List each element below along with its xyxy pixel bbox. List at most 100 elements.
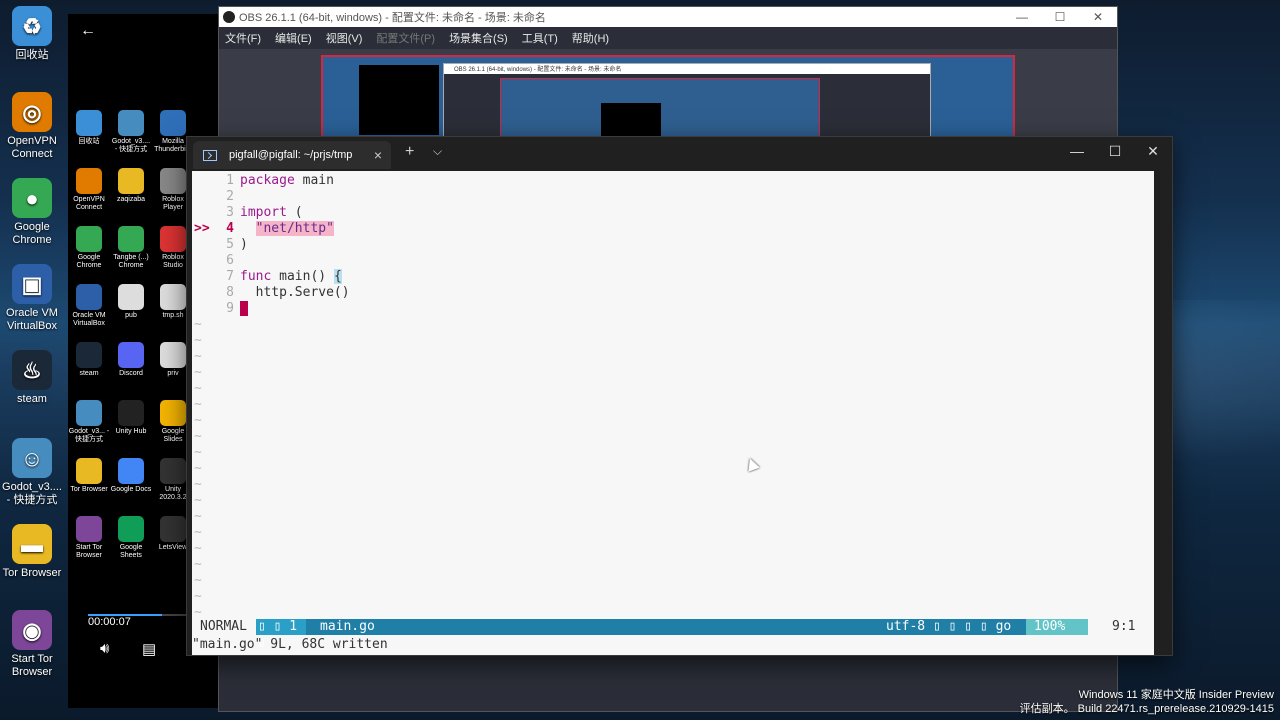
nested-icon-15[interactable]: Godot_v3... - 快捷方式 xyxy=(68,400,110,444)
nested-icon-label: Discord xyxy=(119,370,143,377)
nested-icon-label: Google Sheets xyxy=(119,544,143,559)
terminal-tab-title: pigfall@pigfall: ~/prjs/tmp xyxy=(229,149,353,161)
recycle-bin-icon: ♻ xyxy=(12,6,52,46)
vim-editor[interactable]: 1 package main 2 3 import (>> 4 "net/http" 5) 6… xyxy=(192,171,1154,655)
nested-icon-16[interactable]: Unity Hub xyxy=(110,400,152,436)
nested-player xyxy=(359,65,439,135)
close-tab-icon[interactable]: × xyxy=(365,147,391,163)
line-code: ) xyxy=(240,237,248,252)
code-line[interactable]: 2 xyxy=(192,189,1152,205)
nested-icon-21[interactable]: Start Tor Browser xyxy=(68,516,110,560)
docs-icon xyxy=(118,458,144,484)
code-line[interactable]: 9 xyxy=(192,301,1152,317)
desktop-icon-6[interactable]: ▬ Tor Browser xyxy=(0,524,64,580)
desktop-icon-2[interactable]: ● Google Chrome xyxy=(0,178,64,247)
desktop-icon-label: OpenVPN Connect xyxy=(7,135,57,160)
vim-command-line[interactable]: "main.go" 9L, 68C written xyxy=(192,637,388,652)
nested-icon-10[interactable]: pub xyxy=(110,284,152,320)
chevron-down-icon[interactable]: ⌵ xyxy=(433,144,442,159)
desktop-icon-0[interactable]: ♻ 回收站 xyxy=(0,6,64,62)
nested-icon-12[interactable]: steam xyxy=(68,342,110,378)
line-number: 9 xyxy=(226,301,234,316)
obs-menu-item-2[interactable]: 视图(V) xyxy=(326,30,363,46)
breakpoint-sign: >> xyxy=(194,221,210,236)
volume-icon[interactable]: 🔊︎ xyxy=(100,640,109,657)
vim-statusline: NORMAL ▯ ▯ 1 ▯ main.go utf-8 ▯ ▯ ▯ ▯ go … xyxy=(192,619,1154,650)
obs-menu-item-5[interactable]: 工具(T) xyxy=(522,30,558,46)
line-code xyxy=(240,301,248,317)
subtitles-icon[interactable]: ▤ xyxy=(142,640,156,658)
code-line[interactable]: 3 import ( xyxy=(192,205,1152,221)
git-status: ▯ ▯ 1 ▯ xyxy=(256,619,306,650)
virtualbox-icon xyxy=(76,284,102,310)
recycle-bin-icon xyxy=(76,110,102,136)
obs-menu-item-1[interactable]: 编辑(E) xyxy=(275,30,312,46)
maximize-button[interactable]: ☐ xyxy=(1041,10,1079,24)
nested-icon-label: Google Chrome xyxy=(76,254,102,269)
line-code: package main xyxy=(240,173,334,188)
code-line[interactable]: 7 func main() { xyxy=(192,269,1152,285)
desktop-icon-1[interactable]: ◎ OpenVPN Connect xyxy=(0,92,64,161)
nested-icon-4[interactable]: zaqizaba xyxy=(110,168,152,204)
desktop-icon-5[interactable]: ☺ Godot_v3.... - 快捷方式 xyxy=(0,438,64,507)
chrome-icon xyxy=(118,226,144,252)
roblox-icon xyxy=(160,168,186,194)
minimize-button[interactable]: — xyxy=(1057,143,1097,159)
desktop-icon-3[interactable]: ▣ Oracle VM VirtualBox xyxy=(0,264,64,333)
terminal-titlebar[interactable]: pigfall@pigfall: ~/prjs/tmp × + ⌵ — ☐ ✕ xyxy=(187,137,1172,169)
obs-menu-item-3[interactable]: 配置文件(P) xyxy=(376,30,435,46)
desktop-icon-7[interactable]: ◉ Start Tor Browser xyxy=(0,610,64,679)
obs-preview[interactable]: OBS 26.1.1 (64-bit, windows) - 配置文件: 未命名… xyxy=(219,49,1117,145)
nested-icon-3[interactable]: OpenVPN Connect xyxy=(68,168,110,212)
folder-icon xyxy=(118,168,144,194)
line-number: 3 xyxy=(226,205,234,220)
new-tab-button[interactable]: + xyxy=(405,143,414,161)
desktop-icon-4[interactable]: ♨ steam xyxy=(0,350,64,406)
terminal-tab[interactable]: pigfall@pigfall: ~/prjs/tmp × xyxy=(193,141,391,169)
code-line[interactable]: 1 package main xyxy=(192,173,1152,189)
godot-icon: ☺ xyxy=(12,438,52,478)
obs-menu-item-4[interactable]: 场景集合(S) xyxy=(449,30,508,46)
tor-icon xyxy=(76,516,102,542)
nested-icon-9[interactable]: Oracle VM VirtualBox xyxy=(68,284,110,328)
nested-icon-1[interactable]: Godot_v3.... - 快捷方式 xyxy=(110,110,152,154)
file-icon xyxy=(160,342,186,368)
nested-icon-0[interactable]: 回收站 xyxy=(68,110,110,146)
vim-mode: NORMAL xyxy=(200,619,247,634)
nested-icon-18[interactable]: Tor Browser xyxy=(68,458,110,494)
close-button[interactable]: ✕ xyxy=(1133,143,1173,160)
text-cursor xyxy=(240,301,248,316)
back-arrow-icon[interactable]: ← xyxy=(80,22,96,40)
steam-icon xyxy=(76,342,102,368)
nested-icon-label: Tangbe (...) Chrome xyxy=(113,254,149,269)
tor-icon: ◉ xyxy=(12,610,52,650)
obs-titlebar[interactable]: OBS 26.1.1 (64-bit, windows) - 配置文件: 未命名… xyxy=(219,7,1117,27)
nested-icon-label: 回收站 xyxy=(78,138,100,145)
nested-icon-6[interactable]: Google Chrome xyxy=(68,226,110,270)
status-encoding: utf-8 ▯ ▯ ▯ ▯ go xyxy=(886,619,1026,635)
obs-menu-item-0[interactable]: 文件(F) xyxy=(225,30,261,46)
nested-icon-13[interactable]: Discord xyxy=(110,342,152,378)
code-line[interactable]: 6 xyxy=(192,253,1152,269)
obs-menu-item-6[interactable]: 帮助(H) xyxy=(572,30,609,46)
code-line[interactable]: 5) xyxy=(192,237,1152,253)
nested-obs-preview xyxy=(500,78,820,143)
status-percent: 100% xyxy=(1026,619,1088,635)
letsview-icon xyxy=(160,516,186,542)
terminal-window[interactable]: pigfall@pigfall: ~/prjs/tmp × + ⌵ — ☐ ✕ … xyxy=(186,136,1173,656)
close-button[interactable]: ✕ xyxy=(1079,10,1117,24)
line-number: 6 xyxy=(226,253,234,268)
nested-icon-22[interactable]: Google Sheets xyxy=(110,516,152,560)
nested-icon-7[interactable]: Tangbe (...) Chrome xyxy=(110,226,152,270)
desktop-icon-label: Godot_v3.... - 快捷方式 xyxy=(2,481,62,506)
maximize-button[interactable]: ☐ xyxy=(1095,143,1135,160)
code-line[interactable]: >> 4 "net/http" xyxy=(192,221,1152,237)
file-icon xyxy=(118,284,144,310)
desktop-icon-label: Oracle VM VirtualBox xyxy=(6,307,58,332)
minimize-button[interactable]: — xyxy=(1003,10,1041,24)
openvpn-icon: ◎ xyxy=(12,92,52,132)
code-line[interactable]: 8 http.Serve() xyxy=(192,285,1152,301)
unity-icon xyxy=(118,400,144,426)
nested-icon-19[interactable]: Google Docs xyxy=(110,458,152,494)
line-number: 4 xyxy=(226,221,234,236)
